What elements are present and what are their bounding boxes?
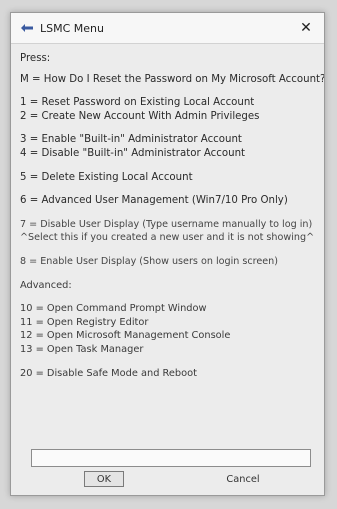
menu-option-m: M = How Do I Reset the Password on My Mi…	[20, 73, 325, 85]
press-label: Press:	[20, 53, 51, 64]
menu-option-2: 2 = Create New Account With Admin Privil…	[20, 110, 260, 122]
lsmc-menu-window: LSMC Menu ✕ Press: M = How Do I Reset th…	[10, 12, 325, 496]
arrow-icon	[20, 21, 34, 35]
menu-option-10: 10 = Open Command Prompt Window	[20, 303, 207, 315]
menu-option-20: 20 = Disable Safe Mode and Reboot	[20, 367, 197, 379]
menu-option-3: 3 = Enable "Built-in" Administrator Acco…	[20, 134, 242, 146]
cancel-button[interactable]: Cancel	[223, 471, 263, 487]
close-icon: ✕	[300, 20, 312, 36]
ok-button[interactable]: OK	[84, 471, 124, 487]
menu-option-13: 13 = Open Task Manager	[20, 343, 144, 355]
menu-option-5: 5 = Delete Existing Local Account	[20, 171, 193, 183]
advanced-heading: Advanced:	[20, 279, 72, 291]
menu-option-12: 12 = Open Microsoft Management Console	[20, 330, 231, 342]
menu-option-7-note: ^Select this if you created a new user a…	[20, 232, 315, 244]
window-title: LSMC Menu	[40, 21, 104, 35]
title-bar[interactable]: LSMC Menu ✕	[11, 13, 324, 44]
close-button[interactable]: ✕	[292, 15, 320, 41]
menu-option-7: 7 = Disable User Display (Type username …	[20, 218, 313, 230]
selection-input[interactable]	[31, 448, 311, 467]
menu-option-6: 6 = Advanced User Management (Win7/10 Pr…	[20, 195, 288, 207]
menu-content: Press: M = How Do I Reset the Password o…	[11, 44, 324, 380]
input-row	[31, 445, 311, 467]
menu-option-8: 8 = Enable User Display (Show users on l…	[20, 255, 279, 267]
menu-option-4: 4 = Disable "Built-in" Administrator Acc…	[20, 147, 246, 159]
menu-option-11: 11 = Open Registry Editor	[20, 316, 149, 328]
menu-option-1: 1 = Reset Password on Existing Local Acc…	[20, 97, 255, 109]
